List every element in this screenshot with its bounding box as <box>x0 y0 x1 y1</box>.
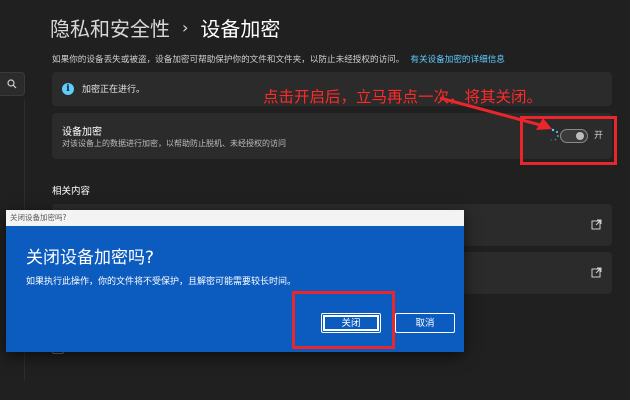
encryption-subtitle: 对该设备上的数据进行加密，以帮助防止脱机、未经授权的访问 <box>62 139 286 148</box>
dialog-heading: 关闭设备加密吗? <box>26 248 155 268</box>
description-text: 如果你的设备丢失或被盗，设备加密可帮助保护你的文件和文件夹，以防止未经授权的访问… <box>52 55 405 65</box>
learn-more-link[interactable]: 有关设备加密的详细信息 <box>410 55 505 65</box>
cancel-button[interactable]: 取消 <box>395 313 455 333</box>
page-description: 如果你的设备丢失或被盗，设备加密可帮助保护你的文件和文件夹，以防止未经授权的访问… <box>52 53 612 65</box>
related-content-heading: 相关内容 <box>52 186 91 197</box>
settings-window: 隐私和安全性 › 设备加密 如果你的设备丢失或被盗，设备加密可帮助保护你的文件和… <box>0 0 630 400</box>
turn-off-encryption-dialog: 关闭设备加密吗? 如果执行此操作，你的文件将不受保护，且解密可能需要较长时间。 … <box>6 226 464 352</box>
breadcrumb: 隐私和安全性 › 设备加密 <box>50 12 280 42</box>
confirm-highlight-box <box>292 291 395 349</box>
dialog-message: 如果执行此操作，你的文件将不受保护，且解密可能需要较长时间。 <box>26 277 297 287</box>
encryption-title: 设备加密 <box>62 127 102 138</box>
search-button[interactable] <box>0 72 25 96</box>
status-text: 加密正在进行。 <box>82 85 146 95</box>
info-icon: i <box>62 83 74 95</box>
open-external-icon <box>591 219 602 230</box>
breadcrumb-parent[interactable]: 隐私和安全性 <box>50 13 170 42</box>
dialog-titlebar: 关闭设备加密吗? <box>6 210 464 226</box>
search-icon <box>7 79 17 89</box>
open-external-icon <box>591 267 602 278</box>
chevron-right-icon: › <box>182 17 189 37</box>
page-title: 设备加密 <box>200 16 281 41</box>
toggle-highlight-box <box>520 116 617 165</box>
